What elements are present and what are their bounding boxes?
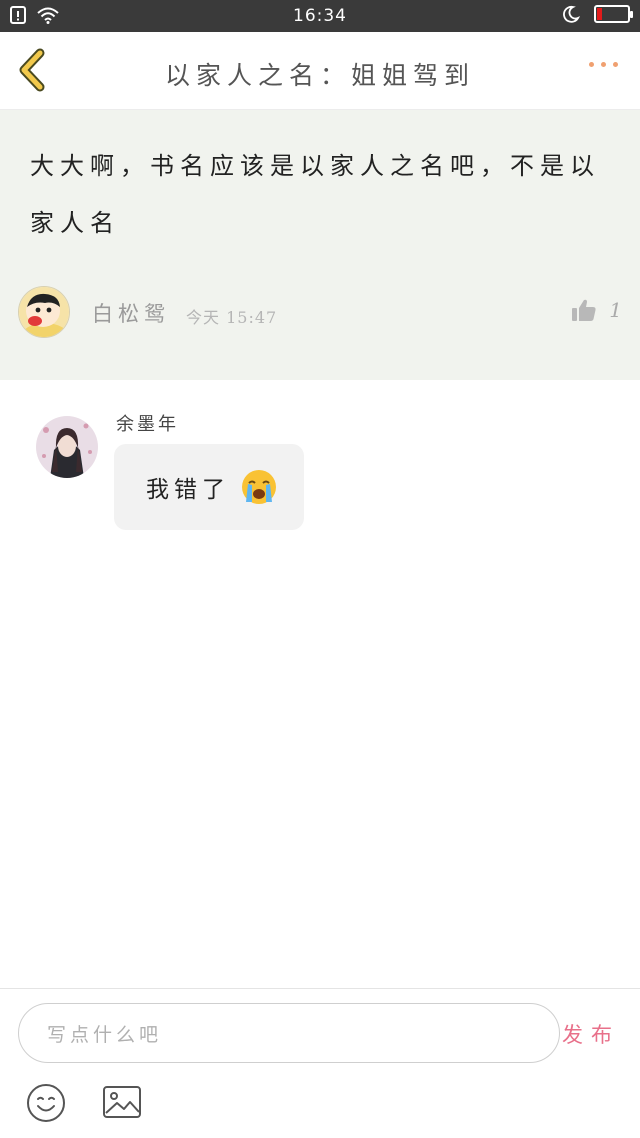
reply-text: 我错了	[146, 477, 230, 503]
night-mode-icon	[563, 5, 580, 23]
comment-text: 大大啊，书名应该是以家人之名吧，不是以家人名	[30, 152, 600, 237]
status-bar: 16:34	[0, 0, 640, 32]
emoji-icon	[27, 1084, 65, 1122]
reply-bubble: 我错了	[114, 444, 304, 530]
battery-level	[597, 8, 602, 20]
more-button[interactable]	[589, 62, 618, 67]
comment-card: 大大啊，书名应该是以家人之名吧，不是以家人名 白松鸳 今天 15:47 1	[0, 110, 640, 380]
like-count: 1	[609, 298, 622, 322]
avatar[interactable]	[36, 416, 98, 478]
thumbs-up-icon	[572, 299, 596, 321]
author-avatar-image	[19, 287, 69, 337]
comment-author-row: 白松鸳 今天 15:47 1	[18, 284, 622, 340]
battery-icon	[594, 5, 633, 23]
emoji-button[interactable]	[26, 1083, 66, 1123]
top-nav: 以家人之名：姐姐驾到	[0, 32, 640, 110]
comment-input-placeholder: 写点什么吧	[47, 1023, 163, 1046]
comment-author-name[interactable]: 白松鸳	[92, 298, 170, 328]
avatar[interactable]	[18, 286, 70, 338]
status-right-icons	[562, 5, 633, 23]
crying-face-emoji-icon	[242, 470, 276, 504]
comment-timestamp: 今天 15:47	[186, 308, 278, 327]
more-dots-icon	[589, 62, 594, 67]
status-time: 16:34	[293, 6, 347, 26]
publish-button[interactable]: 发布	[562, 1019, 620, 1049]
comment-input[interactable]: 写点什么吧	[18, 1003, 560, 1063]
image-button[interactable]	[102, 1085, 142, 1119]
comment-composer: 写点什么吧 发布	[0, 988, 640, 1138]
page-title: 以家人之名：姐姐驾到	[164, 61, 475, 90]
like-button[interactable]: 1	[571, 298, 622, 322]
reply-avatar-image	[36, 416, 98, 478]
reply-author-name[interactable]: 余墨年	[116, 410, 179, 436]
image-icon	[103, 1086, 141, 1118]
